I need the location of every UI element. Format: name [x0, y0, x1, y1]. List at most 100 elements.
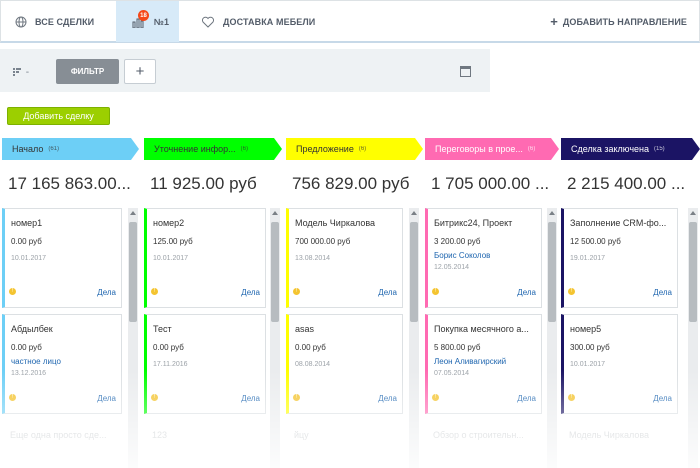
deal-price: 125.00 руб	[153, 237, 193, 246]
add-deal-button[interactable]: Добавить сделку	[7, 107, 110, 125]
tab-furniture-delivery[interactable]: ДОСТАВКА МЕБЕЛИ	[201, 1, 315, 42]
scroll-thumb[interactable]	[410, 222, 418, 322]
column-scrollbar[interactable]	[128, 208, 138, 468]
deal-card-title-partial[interactable]: 123	[152, 430, 167, 440]
scroll-up-icon[interactable]	[690, 211, 696, 215]
tab-all-deals[interactable]: ВСЕ СДЕЛКИ	[15, 1, 94, 42]
deal-activities-link[interactable]: Дела	[378, 394, 397, 403]
heart-icon	[201, 16, 215, 28]
list-view-icon	[13, 68, 21, 77]
deal-card-title-partial[interactable]: йцу	[294, 430, 309, 440]
stage-total-sum: 756 829.00 руб	[292, 174, 410, 193]
deal-activities-link[interactable]: Дела	[378, 288, 397, 297]
scroll-up-icon[interactable]	[272, 211, 278, 215]
warning-icon: !	[293, 394, 300, 401]
deal-title[interactable]: Абдылбек	[11, 324, 53, 334]
deal-date: 13.12.2016	[11, 370, 47, 377]
stage-title: Сделка заключена	[571, 144, 649, 154]
deal-date: 13.08.2014	[295, 255, 331, 262]
scroll-thumb[interactable]	[271, 222, 279, 322]
stage-total-sum: 1 705 000.00 ...	[431, 174, 550, 193]
deal-activities-link[interactable]: Дела	[517, 394, 536, 403]
deal-date: 12.05.2014	[434, 264, 470, 271]
deal-date: 07.05.2014	[434, 370, 470, 377]
tab-pipeline-1[interactable]: 18 №1	[116, 1, 179, 42]
deal-title[interactable]: Заполнение CRM-фо...	[570, 218, 666, 228]
stage-header-1[interactable]: Уточнение инфор... (6)	[144, 138, 282, 160]
deal-date: 08.08.2014	[295, 361, 331, 368]
deal-card[interactable]: номер1 0.00 руб 10.01.2017! Дела	[2, 208, 122, 308]
stage-title: Уточнение инфор...	[154, 144, 236, 154]
tab-furniture-delivery-label: ДОСТАВКА МЕБЕЛИ	[223, 16, 316, 27]
deal-card[interactable]: Тест 0.00 руб 17.11.2016! Дела	[144, 314, 266, 414]
deal-activities-link[interactable]: Дела	[653, 288, 672, 297]
deal-title[interactable]: Битрикс24, Проект	[434, 218, 512, 228]
deal-card-title-partial[interactable]: Модель Чиркалова	[569, 430, 649, 440]
deals-count-badge: 18	[138, 10, 149, 21]
filter-button[interactable]: ФИЛЬТР	[56, 59, 119, 84]
deal-card-title-partial[interactable]: Обзор о строительн...	[433, 430, 524, 440]
scroll-up-icon[interactable]	[549, 211, 555, 215]
warning-icon: !	[9, 394, 16, 401]
deal-contact-link[interactable]: Леон Аливагирский	[434, 357, 506, 366]
deal-price: 700 000.00 руб	[295, 237, 351, 246]
deal-card[interactable]: номер5 300.00 руб 10.01.2017! Дела	[561, 314, 678, 414]
stage-title: Предложение	[296, 144, 354, 154]
deal-card[interactable]: Абдылбек 0.00 руб частное лицо 13.12.2016! Д…	[2, 314, 122, 414]
view-mode-button[interactable]: -	[13, 67, 29, 78]
scroll-thumb[interactable]	[129, 222, 137, 322]
deal-price: 0.00 руб	[11, 237, 42, 246]
deal-card[interactable]: Покупка месячного а... 5 800.00 руб Леон А…	[425, 314, 542, 414]
deal-activities-link[interactable]: Дела	[97, 394, 116, 403]
deal-price: 0.00 руб	[153, 343, 184, 352]
scroll-up-icon[interactable]	[411, 211, 417, 215]
deal-activities-link[interactable]: Дела	[517, 288, 536, 297]
deal-title[interactable]: asas	[295, 324, 314, 334]
warning-icon: !	[9, 288, 16, 295]
deal-title[interactable]: номер1	[11, 218, 42, 228]
deal-date: 10.01.2017	[570, 361, 606, 368]
pipeline-tabs-bar: ВСЕ СДЕЛКИ 18 №1 ДОСТАВКА МЕБЕЛИ + ДОБАВ…	[0, 0, 700, 43]
add-direction-label: ДОБАВИТЬ НАПРАВЛЕНИЕ	[562, 16, 687, 27]
column-scrollbar[interactable]	[688, 208, 698, 468]
deal-activities-link[interactable]: Дела	[653, 394, 672, 403]
plus-icon: +	[550, 14, 558, 29]
deal-title[interactable]: Модель Чиркалова	[295, 218, 375, 228]
deal-activities-link[interactable]: Дела	[241, 394, 260, 403]
scroll-thumb[interactable]	[548, 222, 556, 322]
deal-card[interactable]: Заполнение CRM-фо... 12 500.00 руб 19.01.2…	[561, 208, 678, 308]
warning-icon: !	[151, 288, 158, 295]
deal-activities-link[interactable]: Дела	[97, 288, 116, 297]
view-mode-label: -	[25, 67, 30, 78]
deal-title[interactable]: Тест	[153, 324, 172, 334]
stage-header-2[interactable]: Предложение (6)	[286, 138, 423, 160]
deal-activities-link[interactable]: Дела	[241, 288, 260, 297]
add-filter-button[interactable]: +	[124, 59, 156, 84]
deal-card[interactable]: asas 0.00 руб 08.08.2014! Дела	[286, 314, 403, 414]
deal-card-title-partial[interactable]: Еще одна просто сде...	[10, 430, 107, 440]
column-scrollbar[interactable]	[270, 208, 280, 468]
stage-count: (6)	[240, 146, 248, 152]
deal-contact-link[interactable]: Борис Соколов	[434, 251, 490, 260]
deal-title[interactable]: номер5	[570, 324, 601, 334]
deal-date: 10.01.2017	[153, 255, 189, 262]
column-scrollbar[interactable]	[547, 208, 557, 468]
deal-title[interactable]: Покупка месячного а...	[434, 324, 529, 334]
deal-price: 0.00 руб	[295, 343, 326, 352]
tab-all-deals-label: ВСЕ СДЕЛКИ	[35, 16, 95, 27]
scroll-up-icon[interactable]	[130, 211, 136, 215]
stage-header-0[interactable]: Начало (61)	[2, 138, 139, 160]
stage-header-3[interactable]: Переговоры в прое... (6)	[425, 138, 559, 160]
deal-card[interactable]: Битрикс24, Проект 3 200.00 руб Борис Сокол…	[425, 208, 542, 308]
scroll-thumb[interactable]	[689, 222, 697, 322]
deal-card[interactable]: Модель Чиркалова 700 000.00 руб 13.08.2014…	[286, 208, 403, 308]
add-direction-button[interactable]: + ДОБАВИТЬ НАПРАВЛЕНИЕ	[550, 1, 687, 42]
deal-card[interactable]: номер2 125.00 руб 10.01.2017! Дела	[144, 208, 266, 308]
stage-header-4[interactable]: Сделка заключена (15)	[561, 138, 700, 160]
warning-icon: !	[432, 288, 439, 295]
deal-title[interactable]: номер2	[153, 218, 184, 228]
deal-contact-link[interactable]: частное лицо	[11, 357, 61, 366]
calendar-icon[interactable]	[460, 66, 471, 77]
tab-pipeline-1-label: №1	[153, 16, 170, 27]
column-scrollbar[interactable]	[409, 208, 419, 468]
